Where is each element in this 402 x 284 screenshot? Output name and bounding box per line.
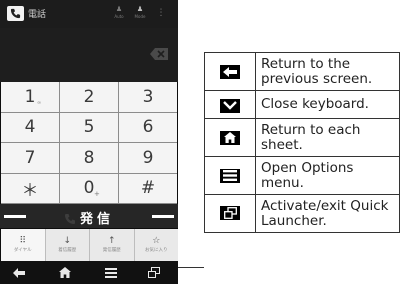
key-2[interactable]: 2 [60,82,118,112]
key-3[interactable]: 3 [119,82,177,112]
back-arrow-icon[interactable] [8,265,30,280]
call-bar-divider-right [152,215,174,218]
quick-launcher-icon [220,206,240,220]
home-icon[interactable] [54,265,76,280]
tab-favorites[interactable]: ☆ お気に入り [134,229,178,261]
tab-dial[interactable]: ⠿ ダイヤル [1,229,45,261]
navigation-bar [0,261,178,284]
legend-row-back: Return to the previous screen. [204,52,400,91]
key-6[interactable]: 6 [119,112,177,142]
app-title: 電話 [28,10,47,20]
callout-leader-line [178,267,204,268]
icon-legend-table: Return to the previous screen. Close key… [204,52,400,233]
back-arrow-icon [220,65,240,79]
tab-outgoing-history[interactable]: ↑ 発信履歴 [90,229,134,261]
call-label: 発信 [80,212,115,227]
legend-text: Return to the previous screen. [255,52,400,91]
auto-icon: ♟ Auto [114,5,124,19]
menu-icon [220,168,240,183]
menu-icon[interactable] [100,265,122,280]
overflow-menu-icon[interactable]: ⋮ [154,5,168,21]
legend-text: Open Options menu. [255,156,400,195]
call-handset-icon [64,210,76,224]
key-hash[interactable]: # [119,173,177,203]
key-7[interactable]: 7 [1,143,59,173]
home-icon [220,130,240,145]
legend-text: Close keyboard. [255,90,400,119]
dialer-tabs: ⠿ ダイヤル ↓ 着信履歴 ↑ 発信履歴 ☆ お気に入り [1,229,178,261]
legend-row-options-menu: Open Options menu. [204,156,400,195]
key-1[interactable]: 1 ∞ [1,82,59,112]
legend-row-quick-launcher: Activate/exit Quick Launcher. [204,194,400,233]
tab-incoming-history[interactable]: ↓ 着信履歴 [45,229,89,261]
key-4[interactable]: 4 [1,112,59,142]
call-bar-divider-left [4,215,26,218]
legend-row-close-keyboard: Close keyboard. [204,90,400,119]
incoming-arrow-icon: ↓ [63,236,72,246]
phone-app-icon [7,6,24,21]
key-8[interactable]: 8 [60,143,118,173]
legend-row-home: Return to each sheet. [204,118,400,157]
app-title-bar: 電話 ♟ Auto ♟ Mode ⋮ [0,0,178,28]
key-0[interactable]: 0 + [60,173,118,203]
star-icon: ☆ [152,236,161,246]
backspace-icon[interactable] [150,45,168,60]
call-button[interactable]: 発信 [0,204,178,228]
quick-launcher-icon[interactable] [143,265,165,280]
legend-text: Return to each sheet. [255,118,400,157]
phone-screenshot: 電話 ♟ Auto ♟ Mode ⋮ 1 ∞ 2 3 4 5 6 7 8 9 ＊ 0 +… [0,0,178,284]
mode-icon: ♟ Mode [134,5,146,19]
legend-text: Activate/exit Quick Launcher. [255,194,400,233]
key-star[interactable]: ＊ [1,173,59,203]
key-9[interactable]: 9 [119,143,177,173]
dial-keypad: 1 ∞ 2 3 4 5 6 7 8 9 ＊ 0 + # [1,82,177,204]
outgoing-arrow-icon: ↑ [107,236,116,246]
chevron-down-icon [220,98,240,113]
dialpad-icon: ⠿ [19,236,27,246]
key-5[interactable]: 5 [60,112,118,142]
